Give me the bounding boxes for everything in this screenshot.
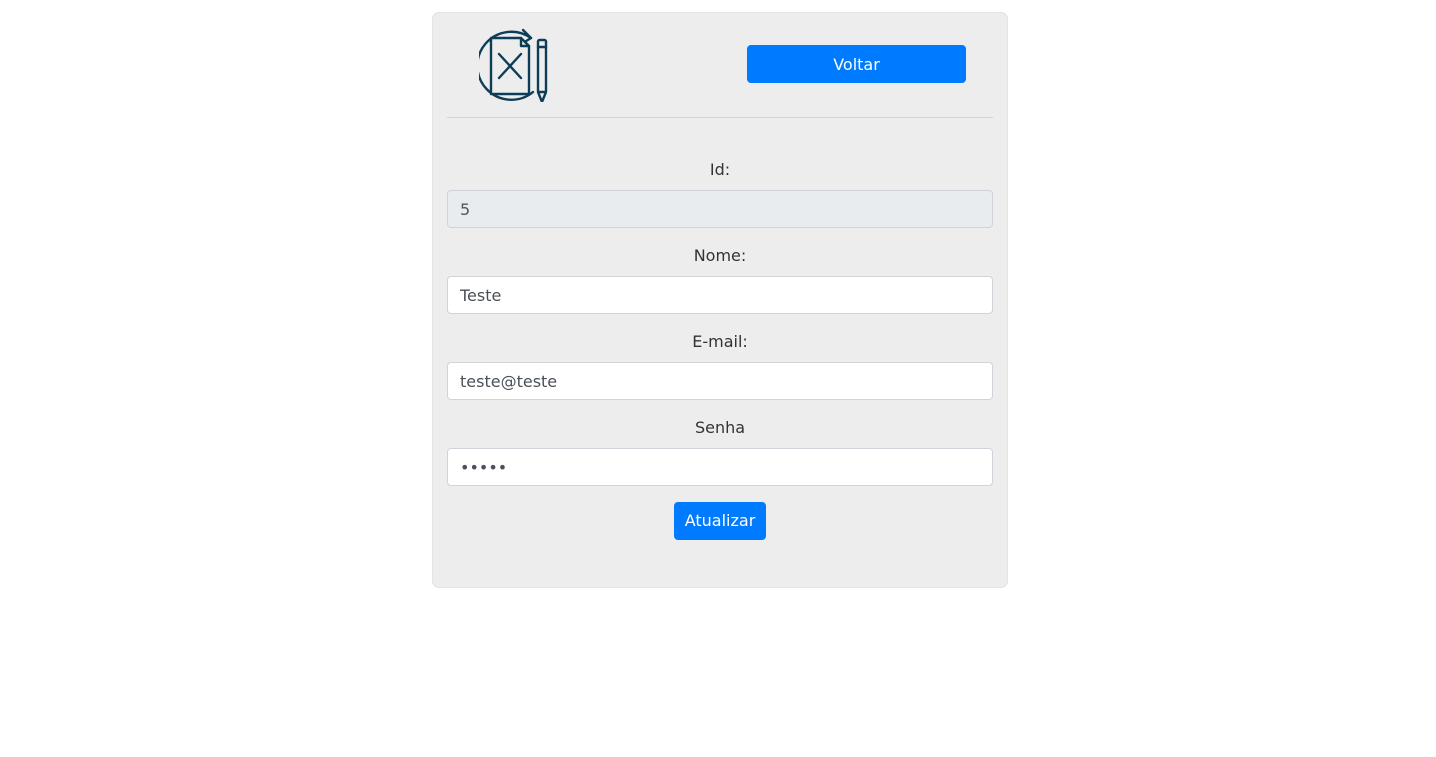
password-label: Senha: [694, 418, 746, 437]
document-edit-icon: [476, 26, 553, 104]
header-divider: [447, 117, 993, 118]
name-label: Nome:: [693, 246, 747, 265]
id-label: Id:: [709, 160, 731, 179]
update-button[interactable]: Atualizar: [674, 502, 766, 540]
back-button[interactable]: Voltar: [747, 45, 966, 83]
password-field[interactable]: [447, 448, 993, 486]
email-field[interactable]: [447, 362, 993, 400]
name-field[interactable]: [447, 276, 993, 314]
id-field[interactable]: [447, 190, 993, 228]
edit-user-card: Voltar Id: Nome: E-mail: Senha Atualizar: [432, 12, 1008, 588]
email-label: E-mail:: [692, 332, 748, 351]
